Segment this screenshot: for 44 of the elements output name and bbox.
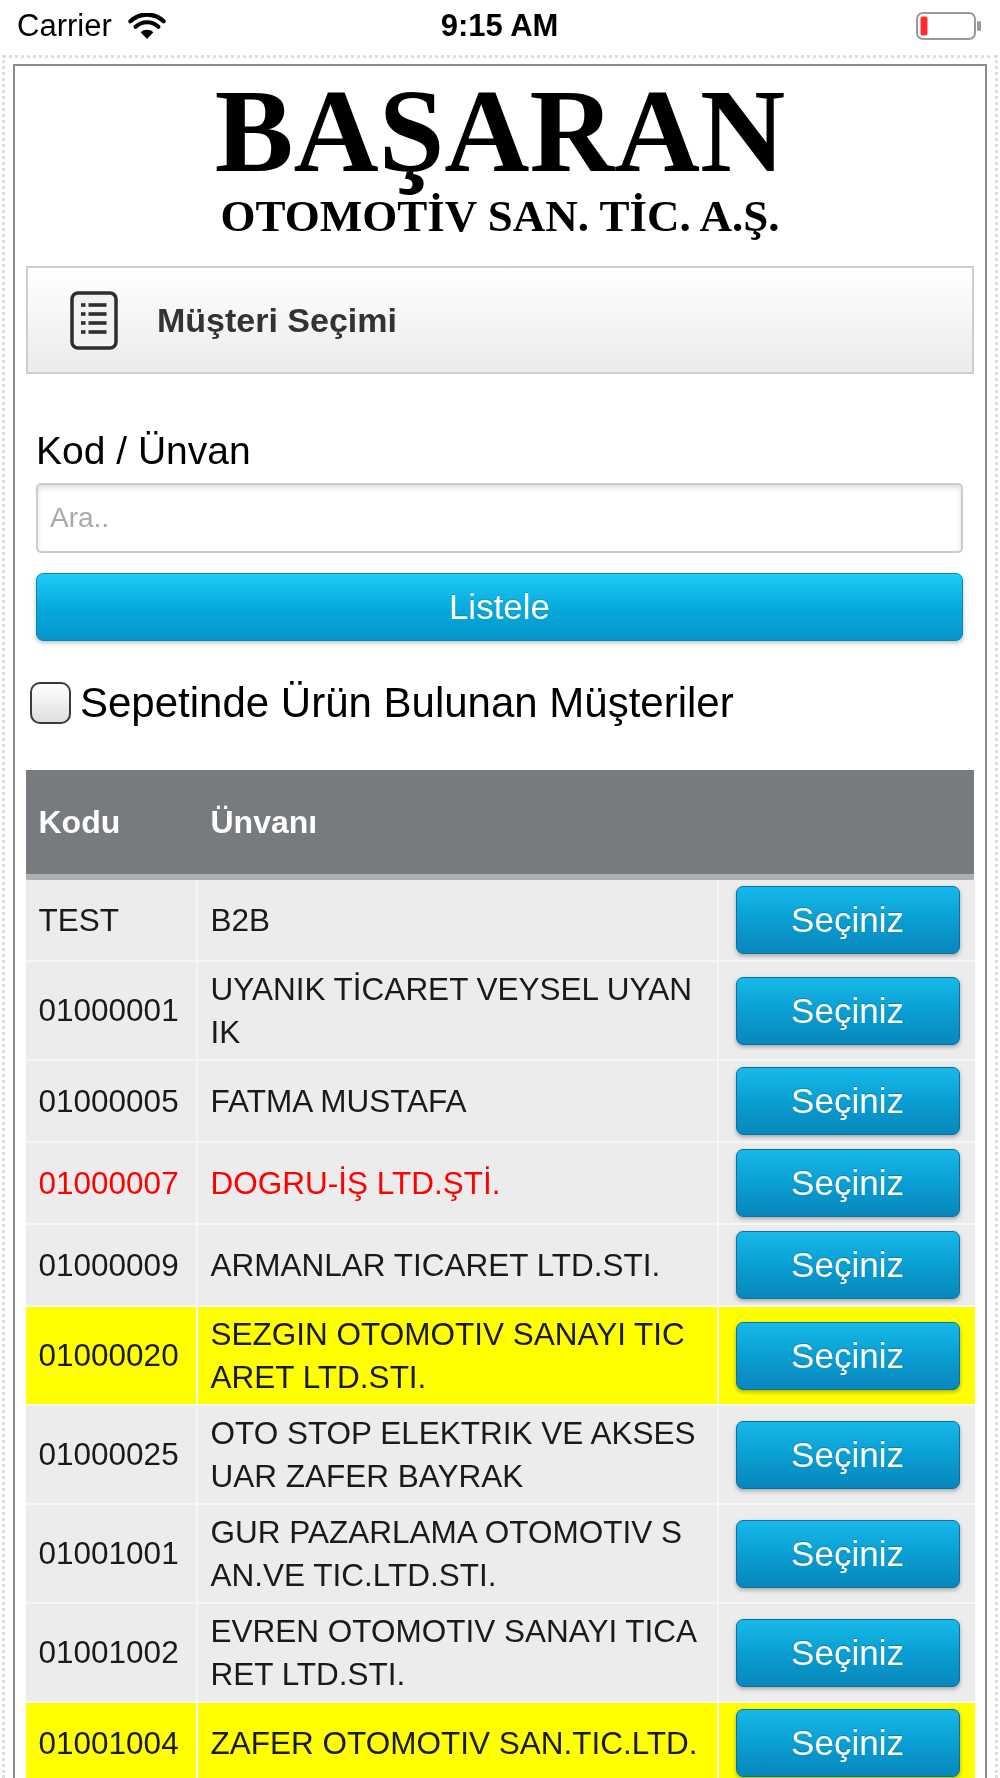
table-cell: 01000001 [26, 962, 196, 1059]
search-label: Kod / Ünvan [36, 428, 251, 473]
column-header: Kodu [38, 803, 121, 841]
select-button[interactable]: Seçiniz [735, 886, 960, 954]
column-header: Ünvanı [210, 803, 318, 841]
table-cell: 01001002 [26, 1604, 196, 1701]
search-field[interactable]: Ara.. [36, 483, 963, 553]
list-icon [70, 290, 118, 350]
table-cell: ARMANLAR TICARET LTD.STI. [198, 1225, 717, 1305]
table-cell: FATMA MUSTAFA [198, 1061, 717, 1141]
table-cell: DOGRU-İŞ LTD.ŞTİ. [198, 1143, 717, 1223]
select-button[interactable]: Seçiniz [735, 1519, 960, 1588]
select-button[interactable]: Seçiniz [735, 976, 960, 1045]
select-button[interactable]: Seçiniz [735, 1231, 960, 1299]
table-cell: EVREN OTOMOTIV SANAYI TICARET LTD.STI. [198, 1604, 717, 1701]
table-cell: ZAFER OTOMOTIV SAN.TIC.LTD. [198, 1703, 717, 1778]
filter-label[interactable]: Sepetinde Ürün Bulunan Müşteriler [80, 679, 734, 727]
list-button[interactable]: Listele [36, 573, 963, 641]
table-cell: 01000007 [26, 1143, 196, 1223]
logo-subtitle: OTOMOTİV SAN. TİC. A.Ş. [220, 194, 780, 239]
filter-checkbox[interactable] [30, 682, 71, 724]
wifi-icon [127, 12, 166, 40]
select-button[interactable]: Seçiniz [735, 1420, 960, 1489]
select-button[interactable]: Seçiniz [735, 1067, 960, 1135]
carrier-name: Carrier [17, 8, 112, 44]
select-button[interactable]: Seçiniz [735, 1321, 960, 1390]
table-cell: OTO STOP ELEKTRIK VE AKSESUAR ZAFER BAYRAK [198, 1406, 717, 1503]
table-cell: 01000005 [26, 1061, 196, 1141]
table-cell: 01000025 [26, 1406, 196, 1503]
battery-icon [916, 12, 982, 40]
section-title: Müşteri Seçimi [157, 300, 397, 340]
table-cell: 01001001 [26, 1505, 196, 1602]
table-cell: 01000009 [26, 1225, 196, 1305]
select-button[interactable]: Seçiniz [735, 1618, 960, 1687]
select-button[interactable]: Seçiniz [735, 1709, 960, 1777]
table-cell: TEST [26, 880, 196, 960]
table-cell: B2B [198, 880, 717, 960]
table-cell: GUR PAZARLAMA OTOMOTIV SAN.VE TIC.LTD.STI. [198, 1505, 717, 1602]
table-cell: 01000020 [26, 1307, 196, 1404]
select-button[interactable]: Seçiniz [735, 1149, 960, 1217]
table-cell: 01001004 [26, 1703, 196, 1778]
table-cell: UYANIK TİCARET VEYSEL UYANIK [198, 962, 717, 1059]
table-cell: SEZGIN OTOMOTIV SANAYI TICARET LTD.STI. [198, 1307, 717, 1404]
clock-time: 9:15 AM [440, 8, 559, 44]
